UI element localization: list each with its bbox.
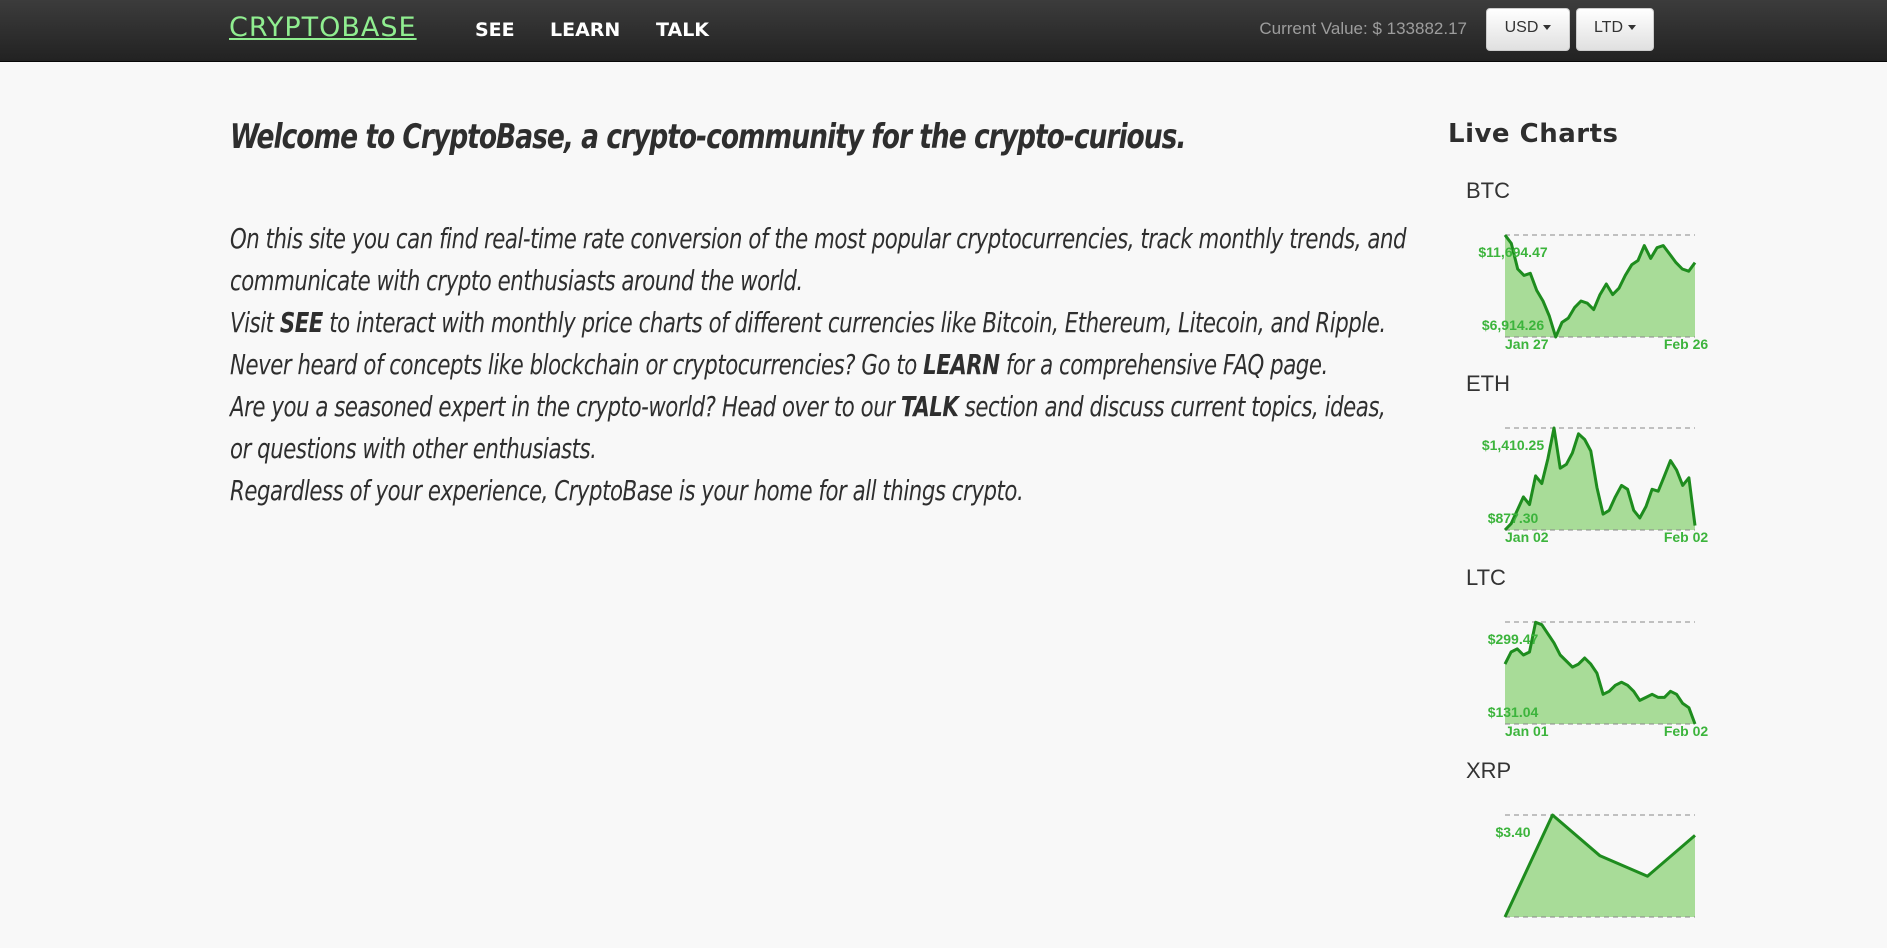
coin-dropdown-label: LTD [1593,19,1624,36]
see-keyword: SEE [279,306,323,339]
btc-chart[interactable]: BTC $11,694.47 $6,914.26 Jan 27 Feb 26 [1440,178,1708,368]
currency-dropdown[interactable]: USD [1486,8,1570,51]
caret-down-icon [1628,25,1637,31]
xrp-chart[interactable]: XRP $3.40 [1440,758,1700,948]
ltc-chart[interactable]: LTC $299.47 $131.04 Jan 01 Feb 02 [1440,565,1708,755]
nav-link-learn[interactable]: LEARN [550,19,620,41]
chart-svg: $3.40 [1495,813,1696,918]
currency-dropdown-label: USD [1504,19,1539,36]
eth-chart[interactable]: ETH $1,410.25 $877.30 Jan 02 Feb 02 [1440,371,1708,561]
brand-logo-link[interactable]: CRYPTOBASE [229,12,417,43]
paragraph-text: Are you a seasoned expert in the crypto-… [230,390,901,423]
talk-keyword: TALK [900,390,959,423]
x-start-label: Jan 27 [1505,336,1549,352]
caret-down-icon [1543,25,1552,31]
nav-link-talk[interactable]: TALK [656,19,709,41]
chart-area [1505,815,1695,917]
intro-paragraph: Never heard of concepts like blockchain … [230,344,1408,386]
min-value-label: $131.04 [1488,704,1539,720]
chart-svg: $299.47 $131.04 Jan 01 Feb 02 [1488,620,1708,739]
paragraph-text: Never heard of concepts like blockchain … [230,348,924,381]
intro-paragraph: Are you a seasoned expert in the crypto-… [230,386,1408,470]
page-title: Welcome to CryptoBase, a crypto-communit… [230,117,1186,157]
paragraph-text: for a comprehensive FAQ page. [999,348,1328,381]
paragraph-text: to interact with monthly price charts of… [322,306,1386,339]
intro-paragraph: Visit SEE to interact with monthly price… [230,302,1408,344]
top-navbar: CRYPTOBASE SEE LEARN TALK Current Value:… [0,0,1887,62]
live-charts-title: Live Charts [1448,119,1619,149]
max-value-label: $1,410.25 [1482,437,1544,453]
x-start-label: Jan 01 [1505,723,1549,739]
x-end-label: Feb 02 [1664,529,1709,545]
coin-dropdown[interactable]: LTD [1576,8,1654,51]
min-value-label: $877.30 [1488,510,1539,526]
chart-svg: $1,410.25 $877.30 Jan 02 Feb 02 [1482,426,1708,545]
x-end-label: Feb 02 [1664,723,1709,739]
max-value-label: $11,694.47 [1478,244,1548,260]
intro-paragraph: Regardless of your experience, CryptoBas… [230,474,1024,507]
nav-link-see[interactable]: SEE [475,19,515,41]
chart-svg: $11,694.47 $6,914.26 Jan 27 Feb 26 [1478,234,1708,352]
x-start-label: Jan 02 [1505,529,1549,545]
learn-keyword: LEARN [923,348,1000,381]
intro-text: On this site you can find real-time rate… [230,218,1408,512]
x-end-label: Feb 26 [1664,336,1709,352]
max-value-label: $3.40 [1495,824,1530,840]
max-value-label: $299.47 [1488,631,1539,647]
min-value-label: $6,914.26 [1482,317,1544,333]
current-value-text: Current Value: $ 133882.17 [1259,19,1467,38]
intro-paragraph: On this site you can find real-time rate… [230,222,1407,297]
paragraph-text: Visit [230,306,280,339]
